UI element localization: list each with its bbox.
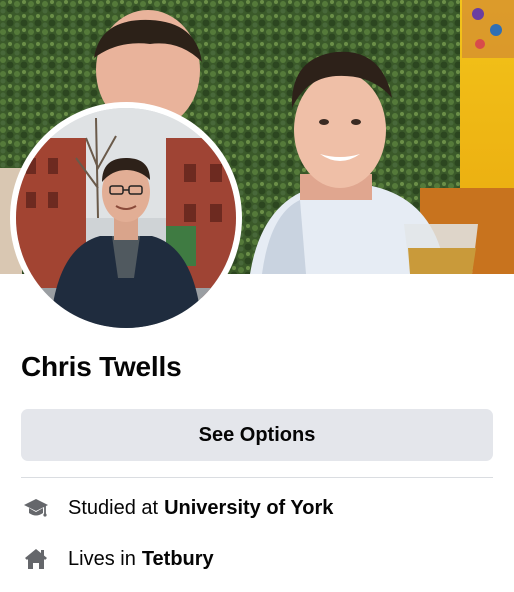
residence-prefix: Lives in: [68, 547, 136, 570]
home-icon: [21, 544, 51, 574]
avatar: [16, 108, 236, 328]
see-options-button[interactable]: See Options: [21, 409, 493, 461]
graduation-cap-icon: [21, 493, 51, 523]
divider: [21, 477, 493, 478]
profile-picture[interactable]: [10, 102, 242, 334]
education-school[interactable]: University of York: [164, 497, 333, 520]
intro-education-row[interactable]: Studied at University of York: [21, 493, 333, 523]
residence-place[interactable]: Tetbury: [142, 548, 214, 571]
education-prefix: Studied at: [68, 496, 159, 519]
profile-name: Chris Twells: [21, 351, 182, 382]
intro-residence-row[interactable]: Lives in Tetbury: [21, 544, 214, 574]
